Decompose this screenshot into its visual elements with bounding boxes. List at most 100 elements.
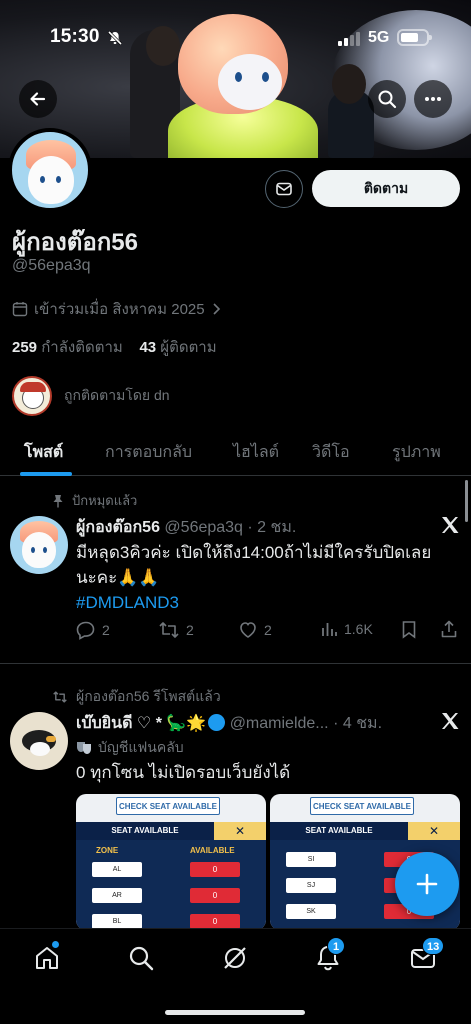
compose-button[interactable] (395, 852, 459, 916)
post-author-avatar[interactable] (10, 712, 68, 770)
post-author-avatar[interactable] (10, 516, 68, 574)
tab-photos[interactable]: รูปภาพ (392, 440, 441, 465)
back-button[interactable] (19, 80, 57, 118)
like-count: 2 (264, 622, 272, 638)
post-meta: @mamielde... · 4 ชม. (229, 715, 383, 732)
search-button[interactable] (368, 80, 406, 118)
post-divider (0, 663, 471, 664)
theater-masks-icon (77, 742, 91, 754)
tab-replies[interactable]: การตอบกลับ (105, 440, 192, 465)
grok-icon (224, 947, 246, 969)
seat-panel: SEAT AVAILABLE ✕ ZONE AVAILABLE AL 0 AR … (76, 822, 266, 930)
available-cell: 0 (190, 862, 240, 877)
post-text-line: นะคะ🙏🙏 (76, 568, 160, 587)
repost-button[interactable]: 2 (158, 620, 194, 640)
avatar-ghost (28, 156, 74, 204)
fan-label-text: บัญชีแฟนคลับ (98, 739, 184, 755)
seat-header: SEAT AVAILABLE ✕ (76, 822, 266, 840)
zone-cell: SJ (286, 878, 336, 893)
post-hashtag[interactable]: #DMDLAND3 (76, 590, 461, 615)
following-link[interactable]: 259 กำลังติดตาม (12, 339, 123, 356)
nav-notifications[interactable]: 1 (313, 937, 345, 973)
check-seat-button: CHECK SEAT AVAILABLE (310, 797, 414, 815)
follow-button[interactable]: ติดตาม (312, 170, 460, 207)
close-icon: ✕ (408, 822, 460, 840)
seat-title: SEAT AVAILABLE (76, 822, 214, 840)
reply-button[interactable]: 2 (76, 620, 110, 640)
pinned-indicator: ปักหมุดแล้ว (52, 490, 137, 511)
reply-count: 2 (102, 622, 110, 638)
scrollbar[interactable] (465, 480, 468, 522)
nav-grok[interactable] (220, 943, 250, 973)
nav-home[interactable] (32, 941, 62, 973)
home-icon (36, 947, 58, 969)
tab-videos[interactable]: วิดีโอ (312, 440, 350, 465)
repost-indicator[interactable]: ผู้กองต๊อก56 รีโพสต์แล้ว (52, 686, 221, 708)
pin-icon (53, 494, 63, 507)
heart-icon (240, 622, 256, 638)
home-indicator (165, 1010, 305, 1015)
message-button[interactable] (265, 170, 303, 208)
followed-by-text: ถูกติดตามโดย dn (64, 387, 170, 403)
like-button[interactable]: 2 (238, 620, 272, 640)
post-text: มีหลุด3คิวค่ะ เปิดให้ถึง14:00ถ้าไม่มีใคร… (76, 540, 461, 615)
zone-cell: AL (92, 862, 142, 877)
followers-count: 43 (139, 339, 157, 356)
followers-link[interactable]: 43 ผู้ติดตาม (139, 339, 216, 356)
following-count: 259 (12, 339, 38, 356)
profile-avatar[interactable] (8, 128, 92, 212)
available-cell: 0 (190, 914, 240, 929)
more-options-button[interactable] (414, 80, 452, 118)
search-icon (129, 946, 154, 971)
close-icon: ✕ (214, 822, 266, 840)
post-meta: @56epa3q · 2 ชม. (164, 519, 297, 536)
post-header[interactable]: ผู้กองต๊อก56 @56epa3q · 2 ชม. (76, 515, 296, 540)
joined-date[interactable]: เข้าร่วมเมื่อ สิงหาคม 2025 (12, 297, 221, 321)
bookmark-button[interactable] (401, 620, 417, 639)
envelope-icon (276, 182, 292, 196)
post-author-name: เบ๊บยินดี ♡ * 🦕🌟 (76, 715, 207, 732)
x-logo-icon (442, 517, 459, 533)
plus-icon (416, 873, 438, 895)
more-dots-icon (425, 97, 441, 101)
post-text: 0 ทุกโซน ไม่เปิดรอบเว็บยังได้ (76, 763, 291, 782)
follower-avatar (12, 376, 52, 416)
repost-label: ผู้กองต๊อก56 รีโพสต์แล้ว (76, 688, 221, 704)
nav-search[interactable] (126, 943, 156, 973)
share-icon (441, 620, 457, 638)
battery-icon (397, 29, 432, 46)
reply-icon (76, 621, 95, 640)
pinned-label: ปักหมุดแล้ว (72, 493, 138, 508)
x-logo-icon (442, 713, 459, 729)
avatar-eye (56, 176, 61, 183)
search-icon (378, 90, 397, 109)
repost-icon (53, 691, 67, 703)
zone-cell: SK (286, 904, 336, 919)
fan-account-label: บัญชีแฟนคลับ (76, 737, 184, 759)
zone-cell: SI (286, 852, 336, 867)
post-header[interactable]: เบ๊บยินดี ♡ * 🦕🌟 @mamielde... · 4 ชม. (76, 711, 382, 736)
following-label: กำลังติดตาม (41, 339, 123, 356)
home-unread-dot (52, 941, 59, 948)
followed-by[interactable]: ถูกติดตามโดย dn (12, 376, 170, 416)
notifications-badge: 1 (327, 937, 345, 955)
zone-header: ZONE (96, 846, 119, 855)
share-button[interactable] (440, 620, 458, 639)
view-count: 1.6K (344, 621, 373, 637)
post-text-line: มีหลุด3คิวค่ะ เปิดให้ถึง14:00ถ้าไม่มีใคร… (76, 543, 432, 562)
verified-badge-icon (208, 714, 226, 731)
available-header: AVAILABLE (190, 846, 235, 855)
bookmark-icon (402, 621, 416, 639)
tab-highlights[interactable]: ไฮไลต์ (233, 440, 279, 465)
tab-posts[interactable]: โพสต์ (24, 440, 63, 465)
available-cell: 0 (190, 888, 240, 903)
post-actions: 2 2 2 1.6K (76, 620, 461, 642)
active-tab-indicator (20, 472, 72, 476)
post-image-seat-left[interactable]: CHECK SEAT AVAILABLE SEAT AVAILABLE ✕ ZO… (76, 794, 266, 930)
profile-display-name: ผู้กองต๊อก56 (12, 229, 138, 256)
views-button[interactable]: 1.6K (320, 620, 373, 638)
joined-text: เข้าร่วมเมื่อ สิงหาคม 2025 (34, 301, 205, 318)
post-author-name: ผู้กองต๊อก56 (76, 519, 160, 536)
status-bar: 15:30 5G (0, 0, 471, 76)
nav-messages[interactable]: 13 (408, 937, 445, 973)
